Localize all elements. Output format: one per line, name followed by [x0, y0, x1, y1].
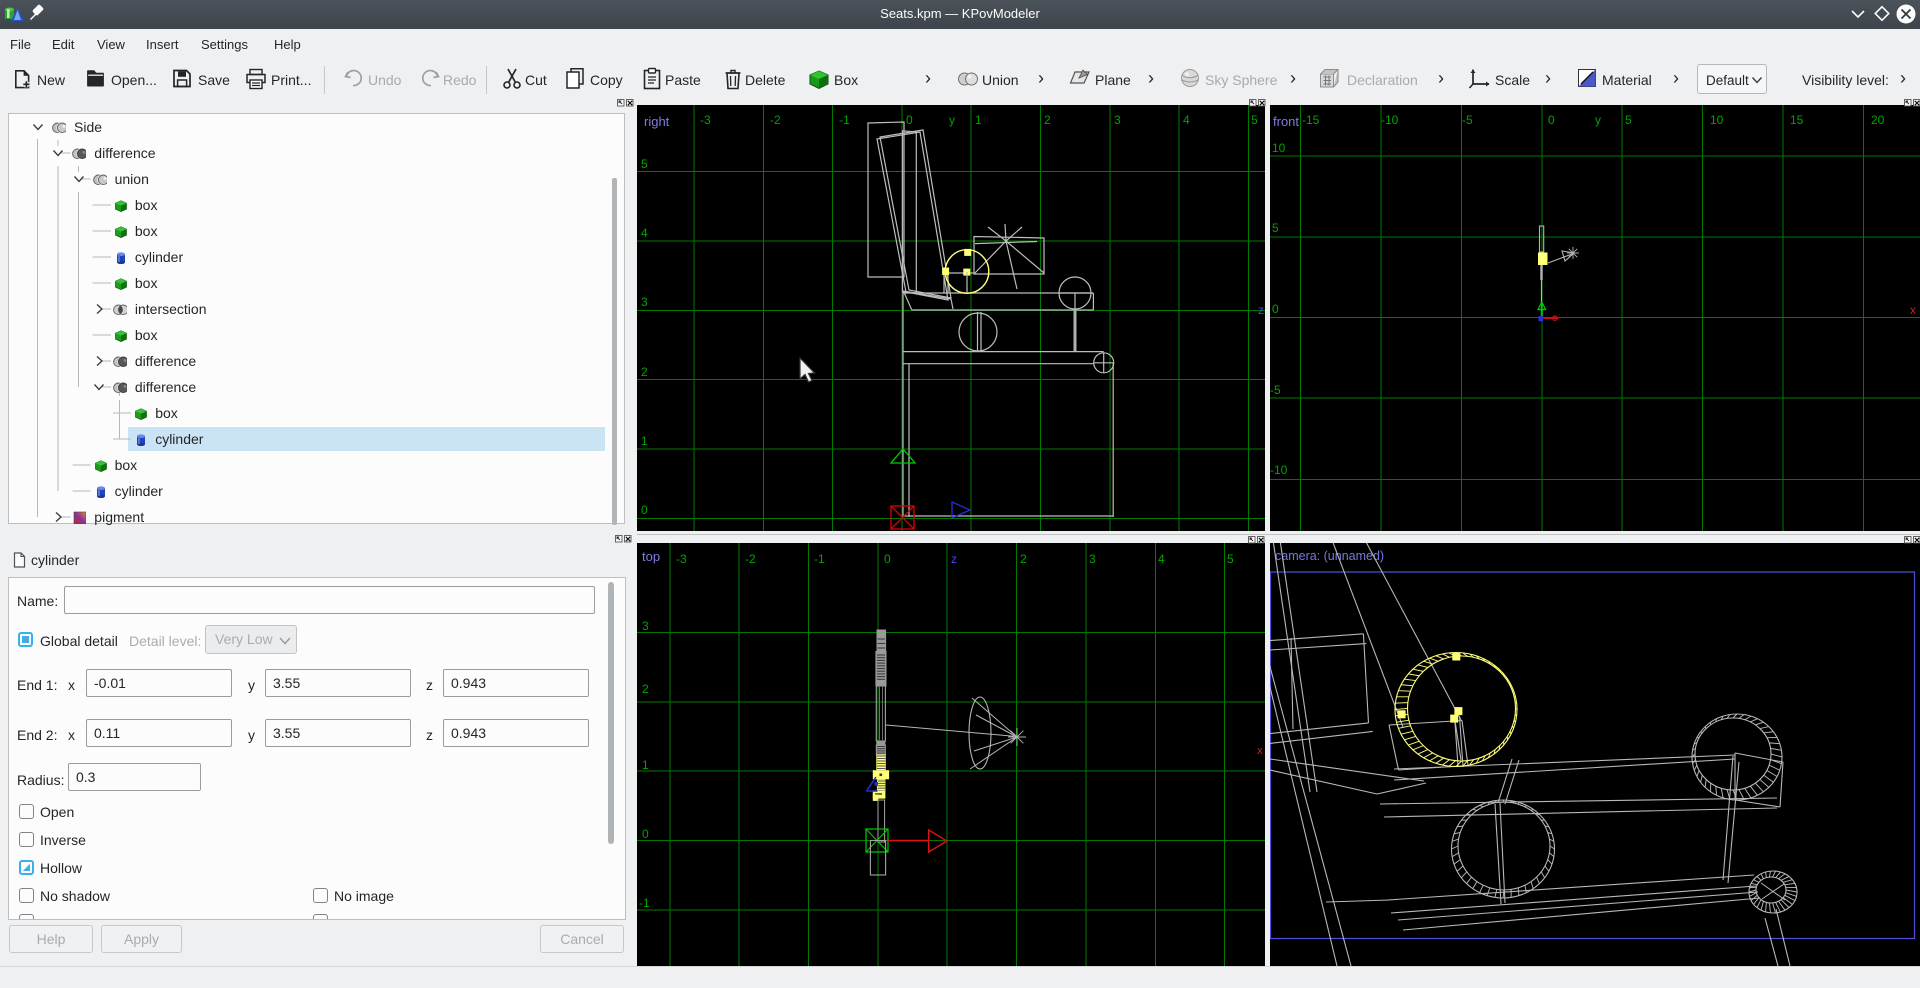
svg-text:3: 3 — [641, 295, 648, 309]
svg-text:1: 1 — [641, 434, 648, 448]
svg-text:3: 3 — [1114, 113, 1121, 127]
svg-text:-3: -3 — [676, 552, 687, 566]
svg-text:-2: -2 — [745, 552, 756, 566]
svg-text:x: x — [1910, 303, 1916, 317]
svg-text:10: 10 — [1272, 141, 1286, 155]
svg-text:-1: -1 — [814, 552, 825, 566]
svg-text:-10: -10 — [1270, 463, 1288, 477]
svg-text:4: 4 — [641, 226, 648, 240]
svg-text:20: 20 — [1871, 113, 1885, 127]
svg-text:z: z — [1258, 303, 1264, 317]
svg-text:10: 10 — [1710, 113, 1724, 127]
svg-text:2: 2 — [1020, 552, 1027, 566]
svg-text:4: 4 — [1158, 552, 1165, 566]
svg-text:5: 5 — [1625, 113, 1632, 127]
svg-text:0: 0 — [642, 827, 649, 841]
svg-text:0: 0 — [1272, 302, 1279, 316]
svg-text:5: 5 — [1272, 221, 1279, 235]
svg-text:-1: -1 — [839, 113, 850, 127]
svg-text:3: 3 — [1089, 552, 1096, 566]
svg-text:y: y — [949, 113, 955, 127]
svg-text:1: 1 — [975, 113, 982, 127]
svg-text:1: 1 — [642, 758, 649, 772]
svg-text:y: y — [1595, 113, 1601, 127]
svg-text:-2: -2 — [770, 113, 781, 127]
svg-text:right: right — [644, 114, 670, 129]
svg-text:0: 0 — [884, 552, 891, 566]
svg-text:0: 0 — [1548, 113, 1555, 127]
svg-text:5: 5 — [1251, 113, 1258, 127]
svg-text:15: 15 — [1790, 113, 1804, 127]
svg-text:3: 3 — [642, 619, 649, 633]
svg-text:-15: -15 — [1302, 113, 1320, 127]
svg-text:-3: -3 — [700, 113, 711, 127]
svg-text:2: 2 — [642, 682, 649, 696]
svg-text:-1: -1 — [639, 896, 650, 910]
svg-text:4: 4 — [1183, 113, 1190, 127]
svg-text:5: 5 — [641, 157, 648, 171]
svg-text:0: 0 — [906, 113, 913, 127]
svg-text:-5: -5 — [1462, 113, 1473, 127]
svg-text:front: front — [1273, 114, 1299, 129]
svg-text:0: 0 — [641, 503, 648, 517]
svg-text:2: 2 — [1044, 113, 1051, 127]
svg-text:camera: (unnamed): camera: (unnamed) — [1275, 549, 1384, 563]
svg-text:-5: -5 — [1270, 383, 1281, 397]
svg-text:z: z — [951, 552, 957, 566]
svg-text:2: 2 — [641, 365, 648, 379]
svg-text:top: top — [642, 549, 660, 564]
svg-text:x: x — [1257, 745, 1263, 757]
svg-text:-10: -10 — [1381, 113, 1399, 127]
svg-text:5: 5 — [1227, 552, 1234, 566]
